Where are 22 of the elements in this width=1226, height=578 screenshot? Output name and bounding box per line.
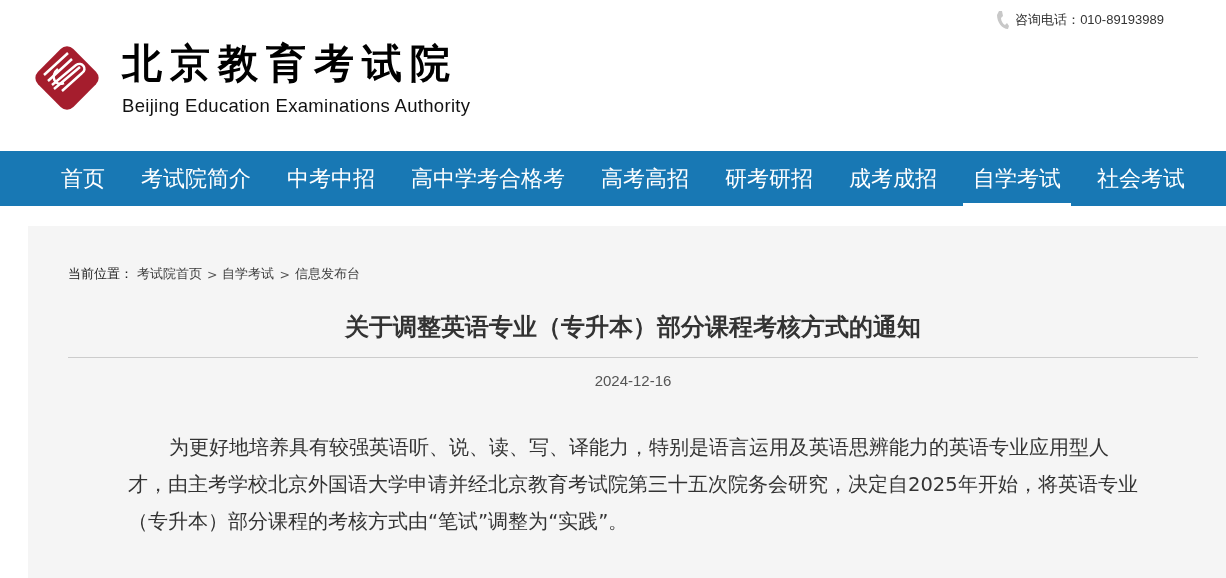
nav-tab[interactable]: 高中学考合格考 [401,151,575,206]
logo-subtitle: Beijing Education Examinations Authority [122,94,471,118]
breadcrumb-link[interactable]: 考试院首页 [137,266,202,283]
logo-title: 北京教育考试院 [122,38,459,88]
nav-tab[interactable]: 高考高招 [591,151,699,206]
breadcrumb-link[interactable]: 信息发布台 [294,266,360,283]
breadcrumb-link[interactable]: 自学考试 [222,266,275,283]
nav-tab[interactable]: 中考中招 [277,151,385,206]
nav-tab[interactable]: 研考研招 [715,151,823,206]
nav-tab[interactable]: 考试院简介 [131,151,261,206]
nav-tab[interactable]: 首页 [51,151,115,206]
phone-icon [996,10,1011,30]
breadcrumb-separator: > [279,267,290,282]
breadcrumb-label: 当前位置： [68,266,133,283]
breadcrumb-separator: > [207,267,218,282]
article-title: 关于调整英语专业（专升本）部分课程考核方式的通知 [68,311,1198,358]
nav-tab[interactable]: 社会考试 [1087,151,1195,206]
nav-tab[interactable]: 成考成招 [839,151,947,206]
article-date: 2024-12-16 [593,372,673,389]
hotline-text: 咨询电话：010-89193989 [1015,11,1164,29]
article-paragraph: 为更好地培养具有较强英语听、说、读、写、译能力，特别是语言运用及英语思辨能力的英语专业应用型人才，由主考学校北京外国语大学申请并经北京教育考试院第三十五次院务会研究，决定自2025年开始，将英语专业（专升本）部分课程的考核方式由“笔试”调整为“实践”。 [128,435,1139,535]
nav-tab[interactable]: 自学考试 [963,151,1071,206]
